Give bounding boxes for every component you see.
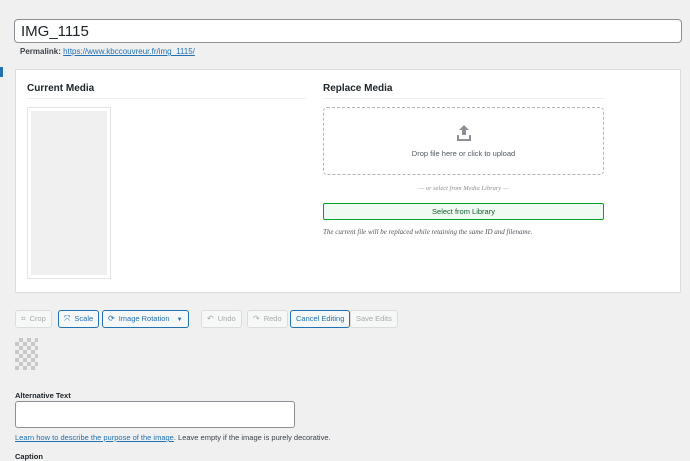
replace-note: The current file will be replaced while … [323,228,533,236]
focus-marker [0,67,3,77]
redo-button[interactable]: ↷ Redo [247,310,288,328]
permalink: Permalink: https://www.kbccouvreur.fr/im… [20,47,195,56]
permalink-link[interactable]: https://www.kbccouvreur.fr/img_1115/ [63,47,195,56]
undo-button[interactable]: ↶ Undo [201,310,242,328]
crop-button[interactable]: ⌗ Crop [15,310,52,328]
media-replace-panel: Current Media Replace Media Drop file he… [15,69,681,293]
alt-text-field[interactable] [15,401,295,428]
image-rotation-button[interactable]: ⟳ Image Rotation ▼ [102,310,189,328]
replace-media-heading: Replace Media [323,83,393,94]
crop-icon: ⌗ [21,314,26,323]
undo-icon: ↶ [207,314,214,323]
upload-icon [457,125,471,141]
caption-label: Caption [15,452,43,461]
current-media-thumbnail [27,107,111,279]
title-input[interactable] [14,19,682,43]
alt-text-help: Learn how to describe the purpose of the… [15,433,331,442]
alt-text-label: Alternative Text [15,391,71,400]
save-edits-button[interactable]: Save Edits [350,310,398,328]
upload-dropzone[interactable]: Drop file here or click to upload [323,107,604,175]
rotate-icon: ⟳ [108,314,115,323]
permalink-label: Permalink: [20,47,61,56]
current-media-heading: Current Media [27,83,95,94]
dropzone-text: Drop file here or click to upload [411,149,516,158]
crop-label: Crop [29,314,46,323]
scale-button[interactable]: ⤧ Scale [58,310,100,328]
image-preview [15,338,38,370]
rotation-label: Image Rotation [118,314,170,323]
redo-icon: ↷ [253,314,260,323]
or-select-text: — or select from Media Library — [418,185,509,192]
thumbnail-placeholder [31,111,107,275]
redo-label: Redo [263,314,282,323]
divider [27,98,306,99]
select-from-library-button[interactable]: Select from Library [323,203,604,220]
scale-icon: ⤧ [64,314,71,323]
alt-text-help-rest: . Leave empty if the image is purely dec… [173,433,331,442]
scale-label: Scale [74,314,94,323]
undo-label: Undo [217,314,236,323]
alt-text-help-link[interactable]: Learn how to describe the purpose of the… [15,433,174,442]
cancel-editing-button[interactable]: Cancel Editing [290,310,351,328]
chevron-down-icon: ▼ [176,317,183,323]
divider [323,98,605,99]
